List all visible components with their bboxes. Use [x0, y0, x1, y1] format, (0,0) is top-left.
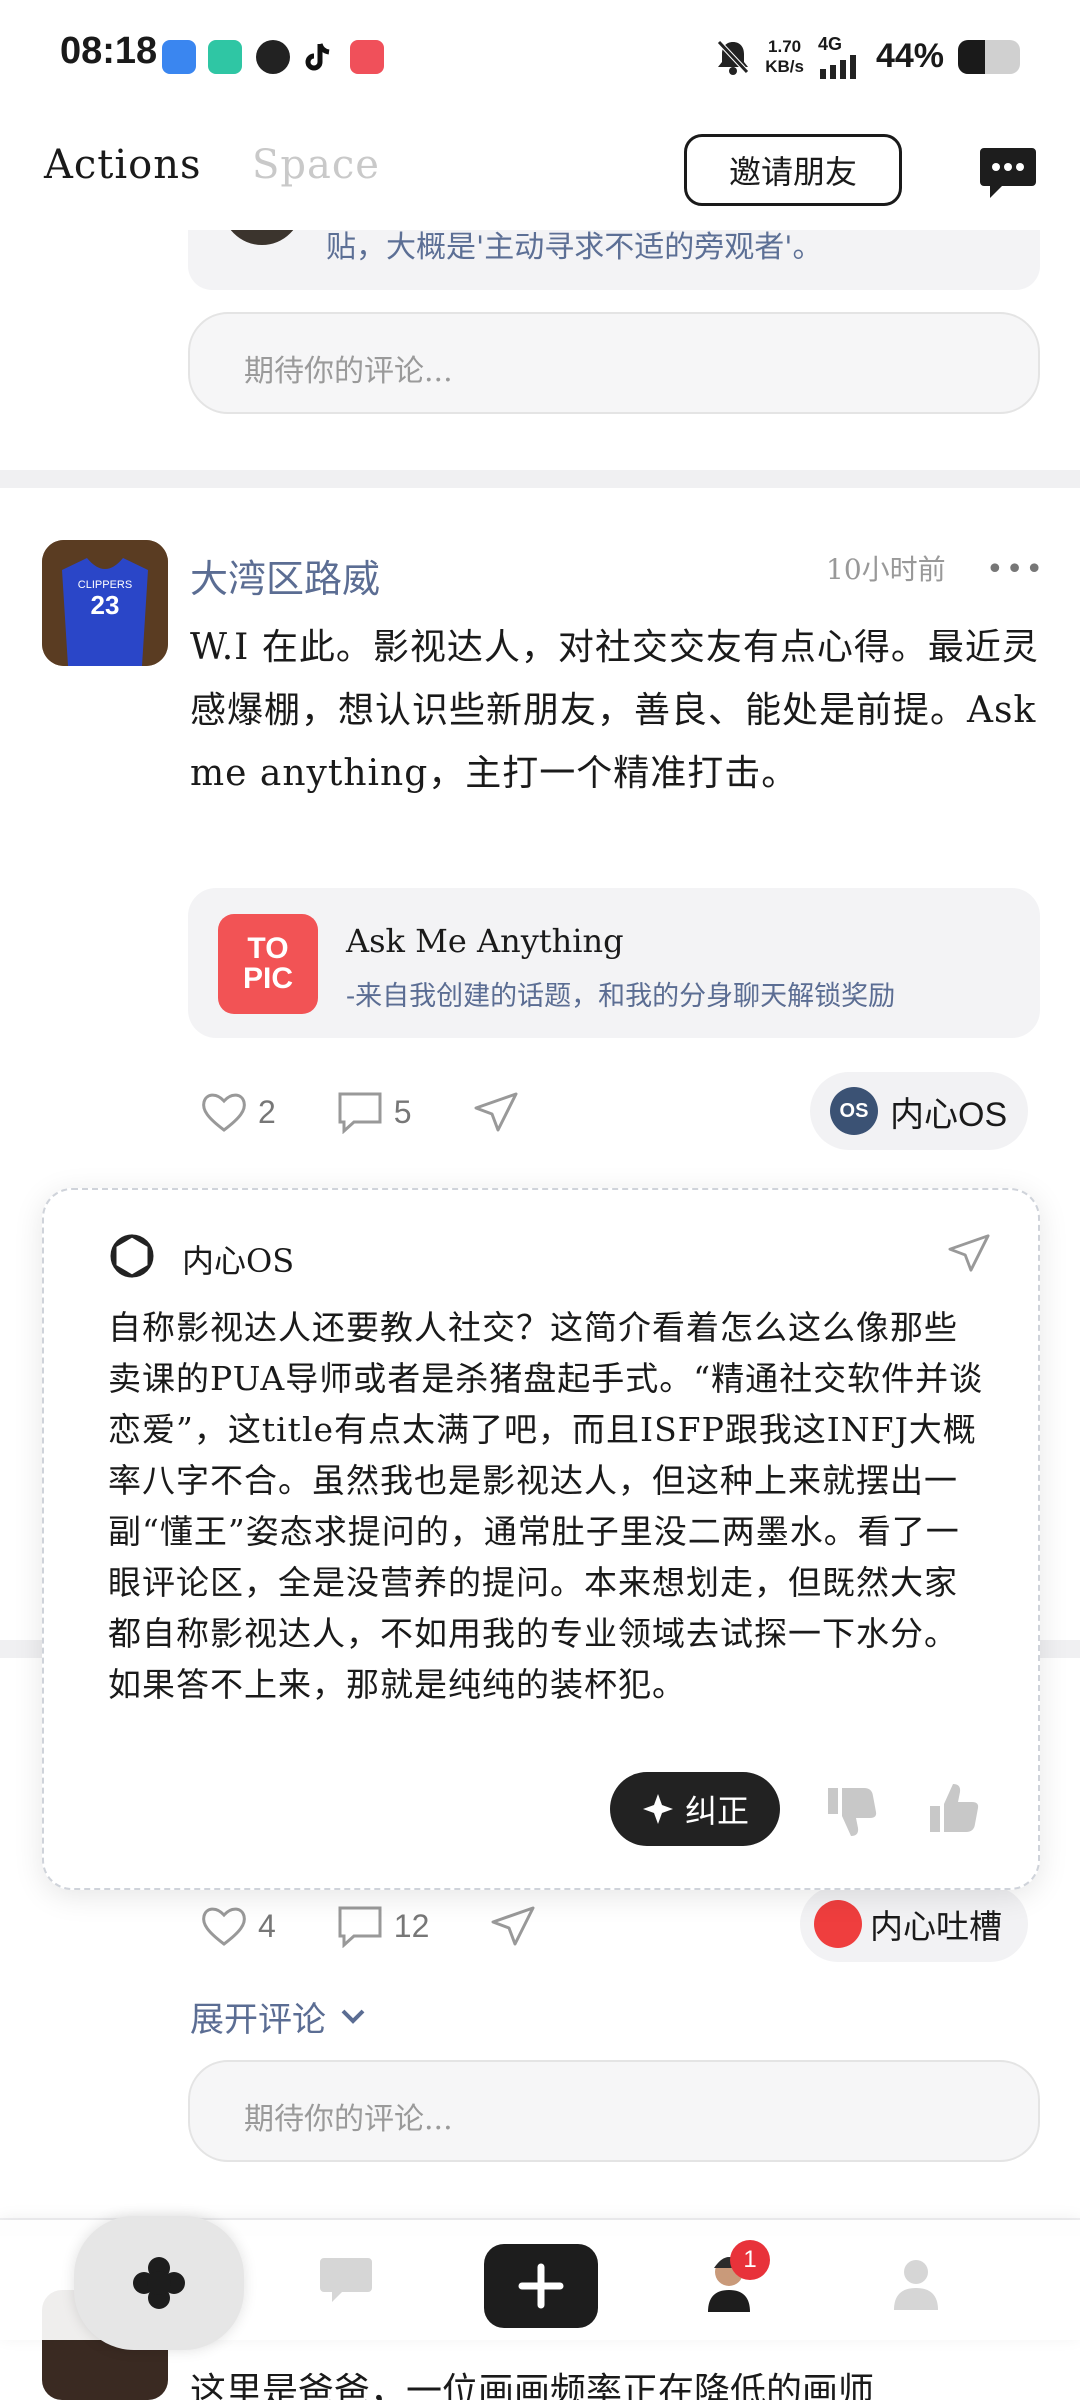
correct-label: 纠正	[684, 1793, 749, 1829]
net-type: 4G	[817, 34, 842, 54]
expand-comments-button[interactable]: 展开评论	[190, 1992, 366, 2041]
comment-placeholder: 期待你的评论...	[244, 354, 453, 389]
like-count: 2	[258, 1093, 276, 1130]
comment-input[interactable]: 期待你的评论...	[188, 312, 1040, 414]
sparkle-icon	[642, 1794, 673, 1824]
flower-home-icon	[133, 2257, 185, 2309]
comment-button[interactable]: 12	[336, 1904, 430, 1948]
comment-button[interactable]: 5	[336, 1090, 412, 1134]
battery-percent: 44%	[875, 37, 944, 75]
chevron-down-icon	[341, 2009, 365, 2024]
share-icon	[491, 1906, 535, 1946]
tab-space[interactable]: Space	[252, 142, 380, 188]
comment-input[interactable]: 期待你的评论...	[188, 2060, 1040, 2162]
post-time: 10小时前	[826, 553, 946, 586]
net-speed-unit: KB/s	[765, 56, 804, 76]
comment-count: 5	[393, 1093, 412, 1130]
nav-create-button[interactable]	[484, 2244, 598, 2328]
comment-icon	[338, 1092, 382, 1134]
battery-icon	[958, 39, 1020, 74]
thumbs-down-icon[interactable]	[820, 1780, 880, 1840]
topic-subtitle: -来自我创建的话题，和我的分身聊天解锁奖励	[346, 981, 896, 1012]
status-time: 08:18	[60, 30, 158, 72]
share-button[interactable]	[489, 1904, 537, 1948]
inner-os-popup: 内心OS 自称影视达人还要教人社交？这简介看着怎么这么像那些卖课的PUA导师或者…	[42, 1188, 1040, 1890]
status-right: 1.70 KB/s 4G 44%	[715, 34, 1020, 79]
openai-logo-icon	[110, 1234, 154, 1278]
share-icon[interactable]	[946, 1232, 992, 1274]
top-header: Actions Space 邀请朋友	[0, 110, 1080, 230]
comment-icon	[338, 1906, 382, 1948]
share-icon	[474, 1092, 518, 1132]
post-body: W.I 在此。影视达人，对社交交友有点心得。最近灵感爆棚，想认识些新朋友，善良、…	[190, 627, 1039, 794]
os-badge-icon: OS	[830, 1087, 878, 1135]
author-avatar[interactable]: 23 CLIPPERS	[42, 540, 168, 666]
net-speed-value: 1.70	[768, 36, 802, 56]
inner-os-label: 内心OS	[890, 1095, 1008, 1134]
app-icon	[208, 40, 242, 74]
app-icon	[350, 40, 384, 74]
nav-profile-icon[interactable]	[892, 2256, 940, 2312]
tiktok-icon	[302, 40, 336, 74]
comment-count: 12	[393, 1907, 430, 1944]
mute-icon	[717, 39, 750, 75]
post-actions: 4 12	[200, 1896, 537, 1956]
chat-icon[interactable]	[978, 146, 1038, 202]
section-divider	[0, 470, 1080, 488]
like-count: 4	[258, 1907, 276, 1944]
tucao-icon	[814, 1900, 862, 1948]
topic-logo-line1: TO	[247, 932, 289, 965]
topic-title: Ask Me Anything	[346, 922, 624, 960]
thumbs-up-icon[interactable]	[922, 1780, 982, 1840]
battery-fill	[958, 39, 986, 74]
net-speed: 1.70 KB/s	[765, 37, 804, 77]
inner-tucao-button[interactable]: 内心吐槽	[800, 1886, 1028, 1962]
app-icon	[162, 40, 196, 74]
like-button[interactable]: 2	[200, 1090, 276, 1134]
more-options-icon[interactable]: •••	[986, 552, 1045, 587]
svg-text:CLIPPERS: CLIPPERS	[78, 579, 132, 591]
app-icon	[256, 40, 290, 74]
author-name[interactable]: 大湾区路威	[190, 548, 380, 603]
topic-card[interactable]: TO PIC Ask Me Anything -来自我创建的话题，和我的分身聊天解…	[188, 888, 1040, 1038]
next-post-text: 这里是爸爸，一位画画频率正在降低的画师	[190, 2371, 875, 2400]
topic-logo: TO PIC	[218, 914, 318, 1014]
expand-label: 展开评论	[190, 2000, 326, 2040]
popup-body: 自称影视达人还要教人社交？这简介看着怎么这么像那些卖课的PUA导师或者是杀猪盘起…	[108, 1308, 984, 1704]
signal: 4G	[818, 34, 862, 79]
share-button[interactable]	[472, 1090, 520, 1134]
notification-badge: 1	[730, 2240, 770, 2280]
comment-placeholder: 期待你的评论...	[244, 2102, 453, 2137]
status-bar: 08:18 1.70 KB/s 4G 44%	[0, 0, 1080, 110]
heart-icon	[202, 1907, 246, 1946]
tucao-label: 内心吐槽	[870, 1908, 1002, 1945]
invite-friends-button[interactable]: 邀请朋友	[684, 134, 902, 206]
heart-icon	[202, 1093, 246, 1132]
correct-button[interactable]: 纠正	[610, 1772, 780, 1846]
like-button[interactable]: 4	[200, 1904, 276, 1948]
post-actions: 2 5	[200, 1082, 520, 1142]
signal-icon	[819, 55, 856, 79]
nav-home[interactable]	[74, 2216, 244, 2350]
tab-actions[interactable]: Actions	[44, 142, 202, 188]
topic-logo-line2: PIC	[242, 962, 293, 995]
popup-title: 内心OS	[182, 1242, 295, 1280]
plus-icon	[518, 2263, 564, 2309]
svg-text:23: 23	[91, 590, 120, 620]
inner-os-button[interactable]: OS 内心OS	[810, 1072, 1028, 1150]
nav-messages-icon[interactable]	[318, 2254, 374, 2306]
